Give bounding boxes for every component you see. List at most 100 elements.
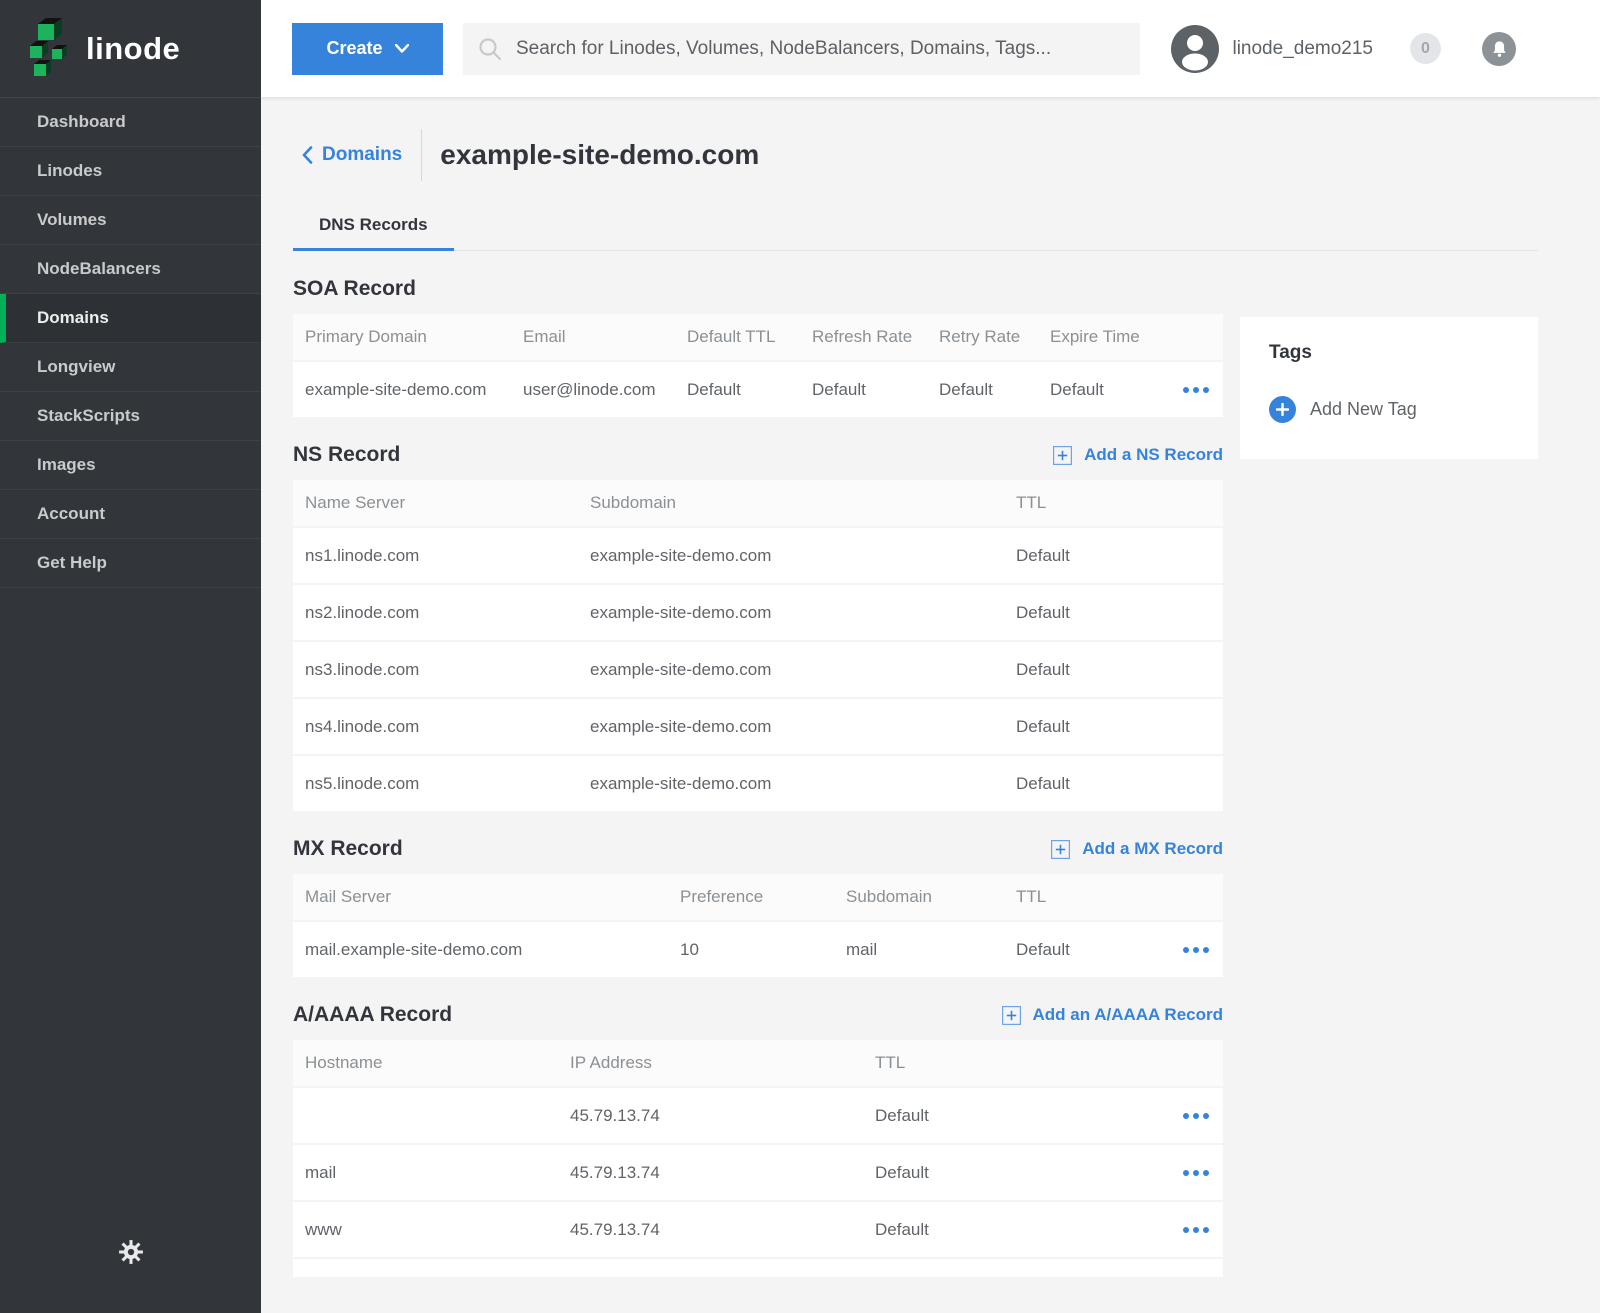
sidebar-item-nodebalancers[interactable]: NodeBalancers [0, 245, 261, 294]
add-a-record-button[interactable]: Add an A/AAAA Record [1002, 1005, 1223, 1025]
cell-primary-domain: example-site-demo.com [293, 380, 511, 400]
sidebar-item-account[interactable]: Account [0, 490, 261, 539]
cell-mail-server: mail.example-site-demo.com [293, 940, 668, 960]
sidebar-item-stackscripts[interactable]: StackScripts [0, 392, 261, 441]
ns-table-row: ns3.linode.com example-site-demo.com Def… [293, 640, 1223, 697]
create-button-label: Create [326, 38, 382, 59]
search-input[interactable] [516, 38, 1126, 60]
ns-table-header: Name Server Subdomain TTL [293, 480, 1223, 526]
add-mx-record-button[interactable]: Add a MX Record [1051, 839, 1223, 859]
cell-ip-address: 45.79.13.74 [558, 1106, 863, 1126]
gear-icon [118, 1239, 144, 1265]
cell-retry-rate: Default [927, 380, 1038, 400]
column-header: Refresh Rate [800, 327, 927, 347]
column-header: TTL [863, 1053, 1175, 1073]
row-actions-menu-icon[interactable] [1181, 1221, 1211, 1239]
cell-ttl: Default [1004, 940, 1175, 960]
cell-expire-time: Default [1038, 380, 1175, 400]
cell-ip-address: 45.79.13.74 [558, 1163, 863, 1183]
mx-section-title: MX Record [293, 837, 403, 861]
row-actions-menu-icon[interactable] [1181, 1164, 1211, 1182]
soa-section-title: SOA Record [293, 277, 416, 301]
add-mx-record-label: Add a MX Record [1082, 839, 1223, 859]
sidebar-item-get-help[interactable]: Get Help [0, 539, 261, 588]
sidebar-item-longview[interactable]: Longview [0, 343, 261, 392]
tab-dns-records[interactable]: DNS Records [293, 215, 454, 251]
column-header: Default TTL [675, 327, 800, 347]
user-avatar[interactable] [1171, 25, 1219, 73]
row-actions-menu-icon[interactable] [1181, 941, 1211, 959]
search-bar [463, 23, 1140, 75]
cell-ttl: Default [863, 1163, 1175, 1183]
create-button[interactable]: Create [292, 23, 443, 75]
cell-name-server: ns3.linode.com [293, 660, 578, 680]
soa-section-header: SOA Record [293, 275, 1223, 303]
column-header: Expire Time [1038, 327, 1175, 347]
mx-table-row: mail.example-site-demo.com 10 mail Defau… [293, 920, 1223, 977]
cell-name-server: ns2.linode.com [293, 603, 578, 623]
mx-table: Mail Server Preference Subdomain TTL mai… [293, 874, 1223, 977]
a-section-title: A/AAAA Record [293, 1003, 452, 1027]
sidebar-item-dashboard[interactable]: Dashboard [0, 98, 261, 147]
add-ns-record-button[interactable]: Add a NS Record [1053, 445, 1223, 465]
add-new-tag-button[interactable]: Add New Tag [1269, 396, 1509, 423]
cell-ttl: Default [1004, 774, 1223, 794]
plus-square-icon [1053, 446, 1072, 465]
cell-default-ttl: Default [675, 380, 800, 400]
column-header: Preference [668, 887, 834, 907]
mx-table-header: Mail Server Preference Subdomain TTL [293, 874, 1223, 920]
cell-subdomain: example-site-demo.com [578, 660, 1004, 680]
chevron-down-icon [395, 44, 409, 53]
table-footer [293, 1257, 1223, 1277]
tab-bar: DNS Records [293, 215, 1538, 251]
settings-button[interactable] [0, 1239, 261, 1265]
ns-section-header: NS Record Add a NS Record [293, 441, 1223, 469]
cell-subdomain: example-site-demo.com [578, 774, 1004, 794]
records-column: SOA Record Primary Domain Email Default … [293, 251, 1223, 1277]
column-header: Email [511, 327, 675, 347]
plus-square-icon [1051, 840, 1070, 859]
cell-ip-address: 45.79.13.74 [558, 1220, 863, 1240]
mx-section-header: MX Record Add a MX Record [293, 835, 1223, 863]
cell-name-server: ns5.linode.com [293, 774, 578, 794]
breadcrumb: Domains example-site-demo.com [293, 129, 1600, 181]
tags-column: Tags Add New Tag [1240, 251, 1538, 1277]
column-header: Subdomain [834, 887, 1004, 907]
column-header: IP Address [558, 1053, 863, 1073]
page-title: example-site-demo.com [440, 139, 759, 171]
ns-section-title: NS Record [293, 443, 400, 467]
notifications-button[interactable] [1482, 32, 1516, 66]
cell-subdomain: example-site-demo.com [578, 546, 1004, 566]
back-to-domains-link[interactable]: Domains [302, 144, 402, 166]
sidebar-item-volumes[interactable]: Volumes [0, 196, 261, 245]
sidebar-item-images[interactable]: Images [0, 441, 261, 490]
row-actions-menu-icon[interactable] [1181, 381, 1211, 399]
sidebar: linode Dashboard Linodes Volumes NodeBal… [0, 0, 261, 1313]
row-actions-menu-icon[interactable] [1181, 1107, 1211, 1125]
ns-table-row: ns2.linode.com example-site-demo.com Def… [293, 583, 1223, 640]
a-table-header: Hostname IP Address TTL [293, 1040, 1223, 1086]
user-icon [1171, 25, 1219, 73]
cell-hostname: mail [293, 1163, 558, 1183]
username[interactable]: linode_demo215 [1232, 38, 1373, 60]
sidebar-item-domains[interactable]: Domains [0, 294, 261, 343]
soa-table-header: Primary Domain Email Default TTL Refresh… [293, 314, 1223, 360]
search-icon [477, 36, 503, 62]
cell-ttl: Default [863, 1220, 1175, 1240]
cell-subdomain: mail [834, 940, 1004, 960]
plus-circle-icon [1269, 396, 1296, 423]
notification-count-badge[interactable]: 0 [1410, 33, 1441, 64]
cell-name-server: ns1.linode.com [293, 546, 578, 566]
linode-logo[interactable]: linode [0, 0, 261, 97]
cell-hostname: www [293, 1220, 558, 1240]
bell-icon [1491, 40, 1508, 58]
sidebar-item-linodes[interactable]: Linodes [0, 147, 261, 196]
ns-table-row: ns5.linode.com example-site-demo.com Def… [293, 754, 1223, 811]
column-header: Mail Server [293, 887, 668, 907]
cell-ttl: Default [1004, 603, 1223, 623]
cell-subdomain: example-site-demo.com [578, 717, 1004, 737]
add-a-record-label: Add an A/AAAA Record [1033, 1005, 1223, 1025]
column-header: TTL [1004, 493, 1223, 513]
breadcrumb-divider [421, 129, 422, 181]
cell-ttl: Default [1004, 546, 1223, 566]
